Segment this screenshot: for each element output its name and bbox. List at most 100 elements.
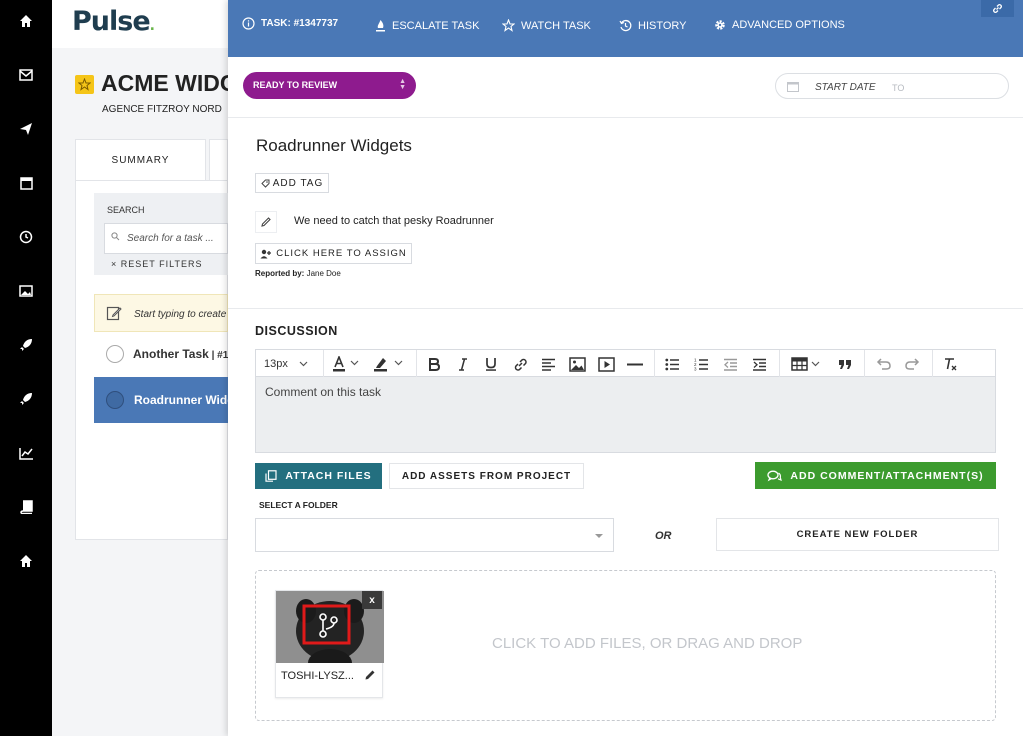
discussion-heading: DISCUSSION xyxy=(255,324,338,338)
svg-text:3: 3 xyxy=(694,367,697,372)
task-name: Another Task | #1 xyxy=(133,347,228,361)
book-icon[interactable] xyxy=(0,496,52,518)
folder-select[interactable] xyxy=(255,518,614,552)
add-assets-button[interactable]: ADD ASSETS FROM PROJECT xyxy=(389,463,584,489)
start-date-input[interactable]: START DATE xyxy=(815,82,876,93)
add-tag-button[interactable]: ADD TAG xyxy=(255,173,329,193)
tab-secondary[interactable] xyxy=(209,139,228,180)
clear-formatting-button[interactable] xyxy=(939,353,961,375)
status-dropdown[interactable]: READY TO REVIEW ▲ ▼ xyxy=(243,72,416,99)
gear-icon xyxy=(715,20,725,30)
insert-video-button[interactable] xyxy=(595,353,617,375)
task-id-label: TASK: #1347737 xyxy=(242,17,338,30)
underline-button[interactable] xyxy=(480,353,502,375)
editor-toolbar: 13px 1 2 3 xyxy=(255,349,996,377)
comment-editor[interactable]: Comment on this task xyxy=(255,377,996,453)
tag-icon xyxy=(261,179,270,188)
assign-button[interactable]: CLICK HERE TO ASSIGN xyxy=(255,243,412,264)
divider xyxy=(228,308,1023,309)
left-nav-rail xyxy=(0,0,52,736)
dropzone-hint: CLICK TO ADD FILES, OR DRAG AND DROP xyxy=(492,635,803,652)
attachment-filename: TOSHI-LYSZ... xyxy=(281,670,354,682)
file-dropzone[interactable]: CLICK TO ADD FILES, OR DRAG AND DROP x T… xyxy=(255,570,996,721)
image-icon[interactable] xyxy=(0,280,52,302)
calendar-icon[interactable] xyxy=(0,172,52,194)
indent-button[interactable] xyxy=(748,353,770,375)
text-color-button[interactable] xyxy=(329,353,365,375)
undo-button[interactable] xyxy=(872,353,894,375)
bullet-list-button[interactable] xyxy=(661,353,683,375)
edit-note-icon xyxy=(106,305,122,321)
search-icon xyxy=(111,232,120,241)
search-label: SEARCH xyxy=(107,205,145,215)
rocket-alt-icon[interactable] xyxy=(0,388,52,410)
attachment-card[interactable]: x TOSHI-LYSZ... xyxy=(275,590,384,698)
date-range-picker[interactable]: START DATE TO xyxy=(775,73,1009,99)
task-complete-radio[interactable] xyxy=(106,345,124,363)
or-label: OR xyxy=(655,530,672,542)
copy-link-button[interactable] xyxy=(981,0,1014,17)
align-button[interactable] xyxy=(537,353,559,375)
mail-icon[interactable] xyxy=(0,64,52,86)
star-icon[interactable] xyxy=(75,75,94,94)
caret-down-icon xyxy=(595,534,603,538)
create-folder-button[interactable]: CREATE NEW FOLDER xyxy=(716,518,999,551)
link-button[interactable] xyxy=(509,353,531,375)
italic-button[interactable] xyxy=(453,353,473,375)
task-detail-drawer: TASK: #1347737 ESCALATE TASK WATCH TASK … xyxy=(228,0,1023,736)
link-icon xyxy=(993,4,1002,13)
divider xyxy=(228,117,1023,118)
rocket-icon[interactable] xyxy=(0,334,52,356)
reset-filters-button[interactable]: × RESET FILTERS xyxy=(111,259,202,269)
task-row-another[interactable]: Another Task | #1 xyxy=(94,331,228,377)
task-row-roadrunner-selected[interactable]: Roadrunner Widgets xyxy=(94,377,228,423)
home-icon[interactable] xyxy=(0,10,52,32)
chart-icon[interactable] xyxy=(0,442,52,464)
select-folder-label: SELECT A FOLDER xyxy=(259,500,338,510)
pencil-icon[interactable] xyxy=(364,669,376,681)
paper-plane-icon[interactable] xyxy=(0,118,52,140)
task-description[interactable]: We need to catch that pesky Roadrunner xyxy=(294,215,494,227)
end-date-input[interactable]: TO xyxy=(892,83,904,93)
highlight-color-button[interactable] xyxy=(371,353,409,375)
watch-task-button[interactable]: WATCH TASK xyxy=(502,19,591,32)
clock-icon[interactable] xyxy=(0,226,52,248)
create-task-placeholder[interactable]: Start typing to create a task xyxy=(134,309,228,320)
horizontal-rule-button[interactable] xyxy=(624,353,646,375)
task-search-input[interactable]: Search for a task ... xyxy=(104,223,228,254)
project-subtitle: AGENCE FITZROY NORD xyxy=(102,104,222,115)
insert-table-button[interactable] xyxy=(789,353,825,375)
task-complete-radio[interactable] xyxy=(106,391,124,409)
attach-files-button[interactable]: ATTACH FILES xyxy=(255,463,382,489)
task-title[interactable]: Roadrunner Widgets xyxy=(256,136,412,156)
numbered-list-button[interactable]: 123 xyxy=(690,353,712,375)
tab-summary[interactable]: SUMMARY xyxy=(75,139,206,180)
task-name: Roadrunner Widgets xyxy=(134,393,228,407)
add-user-icon xyxy=(260,249,272,258)
redo-button[interactable] xyxy=(902,353,924,375)
remove-attachment-button[interactable]: x xyxy=(362,591,382,609)
edit-description-button[interactable] xyxy=(255,211,277,233)
chevron-down-icon xyxy=(299,361,308,367)
history-icon xyxy=(619,19,632,32)
escalate-task-button[interactable]: ESCALATE TASK xyxy=(375,19,479,32)
outdent-button[interactable] xyxy=(719,353,741,375)
pencil-icon xyxy=(261,217,271,227)
copy-files-icon xyxy=(265,470,277,482)
project-title: ACME WIDGETS xyxy=(101,70,228,96)
reported-by: Reported by: Jane Doe xyxy=(255,269,341,278)
history-button[interactable]: HISTORY xyxy=(619,19,687,32)
blockquote-button[interactable] xyxy=(834,353,856,375)
task-toolbar: TASK: #1347737 ESCALATE TASK WATCH TASK … xyxy=(228,0,1023,57)
advanced-options-button[interactable]: ADVANCED OPTIONS xyxy=(714,19,845,31)
pulse-logo[interactable]: Pulse. xyxy=(72,6,155,37)
insert-image-button[interactable] xyxy=(566,353,588,375)
font-size-select[interactable]: 13px xyxy=(264,353,320,375)
add-comment-button[interactable]: ADD COMMENT/ATTACHMENT(S) xyxy=(755,462,996,489)
info-icon xyxy=(242,17,255,30)
sort-arrows-icon: ▲ ▼ xyxy=(399,78,406,91)
home-alt-icon[interactable] xyxy=(0,550,52,572)
star-outline-icon xyxy=(502,19,515,32)
flame-icon xyxy=(376,20,385,32)
bold-button[interactable] xyxy=(423,353,445,375)
